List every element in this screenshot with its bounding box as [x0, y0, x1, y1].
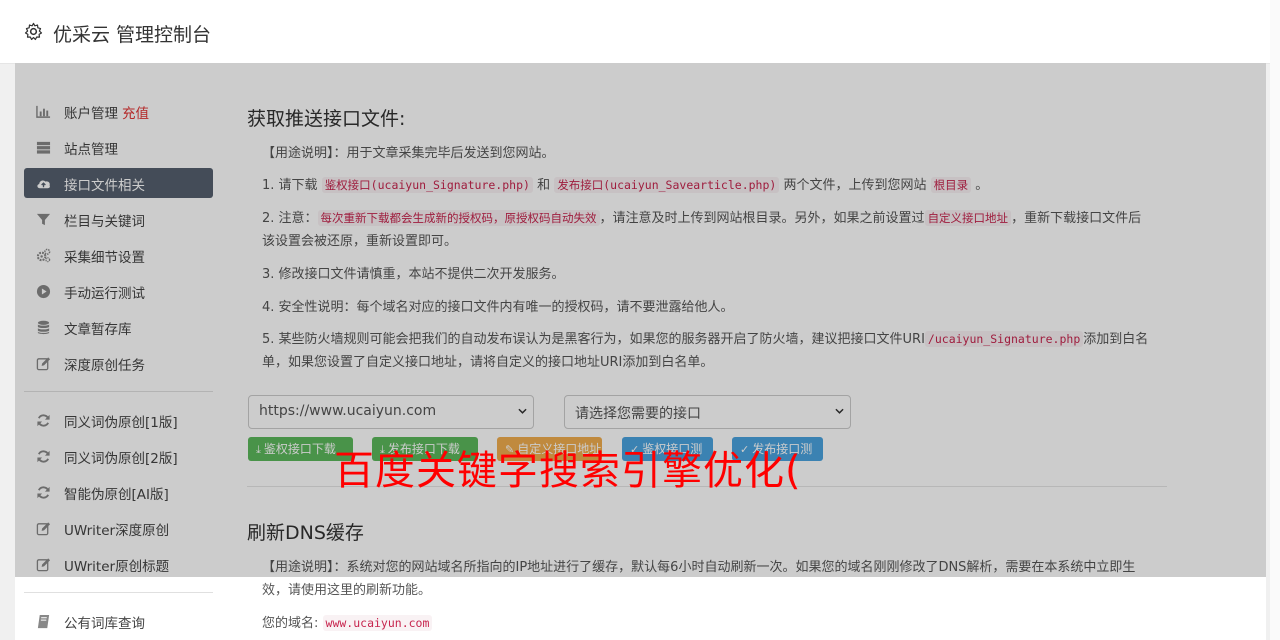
sidebar-item-label: 栏目与关键词 — [64, 214, 145, 230]
push-step-5: 5. 某些防火墙规则可能会把我们的自动发布误认为是黑客行为，如果您的服务器开启了… — [262, 331, 1149, 370]
domain-label: 您的域名: — [262, 616, 319, 631]
sidebar-item-collect-settings[interactable]: 采集细节设置 — [24, 240, 213, 270]
push-step-1: 1. 请下载 鉴权接口(ucaiyun_Signature.php) 和 发布接… — [262, 177, 989, 193]
sidebar-item-label: 站点管理 — [64, 142, 118, 158]
sidebar-item-public-lexicon[interactable]: 公有词库查询 — [24, 606, 213, 636]
push-step-2: 2. 注意： 每次重新下载都会生成新的授权码，原授权码自动失效 ，请注意及时上传到网… — [262, 210, 1142, 249]
edit-icon — [36, 522, 51, 536]
push-usage-text: 【用途说明】：用于文章采集完毕后发送到您网站。 — [262, 146, 555, 161]
filter-icon — [36, 213, 51, 226]
signature-uri-code: /ucaiyun_Signature.php — [924, 331, 1084, 347]
savearticle-file-code: 发布接口(ucaiyun_Savearticle.php) — [554, 177, 780, 193]
refresh-icon — [37, 486, 50, 499]
interface-select[interactable]: 请选择您需要的接口 — [564, 395, 851, 429]
sidebar-item-synonym-v1[interactable]: 同义词伪原创[1版] — [24, 405, 213, 435]
sidebar-item-uwriter-deep[interactable]: UWriter深度原创 — [24, 513, 213, 543]
site-select[interactable]: https://www.ucaiyun.com — [248, 395, 534, 429]
sidebar-item-label: 智能伪原创[AI版] — [64, 487, 169, 503]
section-title-dns: 刷新DNS缓存 — [247, 522, 364, 544]
sidebar-item-interface-files[interactable]: 接口文件相关 — [24, 168, 213, 198]
recharge-link[interactable]: 充值 — [122, 106, 149, 122]
sidebar-item-label: 文章暂存库 — [64, 322, 132, 338]
edit-icon — [36, 357, 51, 371]
edit-icon — [36, 558, 51, 572]
watermark-text: 百度关键字搜索引擎优化( — [334, 448, 802, 494]
sidebar-item-label: 深度原创任务 — [64, 358, 145, 374]
push-step-3: 3. 修改接口文件请慎重，本站不提供二次开发服务。 — [262, 267, 565, 282]
dns-domain-row: 您的域名: www.ucaiyun.com — [262, 612, 1152, 635]
sidebar-item-sites[interactable]: 站点管理 — [24, 132, 213, 162]
sidebar-item-label: 公有词库查询 — [64, 616, 145, 632]
console-title: 优采云 管理控制台 — [53, 24, 212, 46]
content-area: 获取推送接口文件: 【用途说明】：用于文章采集完毕后发送到您网站。 1. 请下载… — [247, 63, 1247, 640]
server-icon — [36, 141, 51, 154]
domain-value: www.ucaiyun.com — [322, 615, 433, 631]
signature-file-code: 鉴权接口(ucaiyun_Signature.php) — [321, 177, 533, 193]
scrollbar[interactable] — [1270, 0, 1280, 640]
refresh-icon — [37, 414, 50, 427]
sidebar-item-label: 同义词伪原创[2版] — [64, 451, 178, 467]
refresh-icon — [37, 450, 50, 463]
sidebar: 账户管理 充值 站点管理 接口文件相关 栏目与关键词 采集细节设置 手动运行测试 … — [15, 63, 229, 640]
site-select-value: https://www.ucaiyun.com — [259, 403, 437, 419]
download-icon: ⤓ — [256, 443, 261, 456]
sidebar-item-label: UWriter深度原创 — [64, 523, 170, 539]
chevron-down-icon — [518, 408, 527, 414]
section-title-push: 获取推送接口文件: — [247, 108, 406, 130]
push-step-4: 4. 安全性说明：每个域名对应的接口文件内有唯一的授权码，请不要泄露给他人。 — [262, 300, 734, 315]
chevron-down-icon — [835, 408, 844, 414]
sidebar-item-manual-run[interactable]: 手动运行测试 — [24, 276, 213, 306]
sidebar-item-label: 手动运行测试 — [64, 286, 145, 302]
main-panel: 账户管理 充值 站点管理 接口文件相关 栏目与关键词 采集细节设置 手动运行测试 … — [15, 63, 1266, 640]
sidebar-divider — [24, 592, 213, 593]
sidebar-item-columns-keywords[interactable]: 栏目与关键词 — [24, 204, 213, 234]
play-circle-icon — [36, 284, 51, 299]
database-icon — [37, 320, 50, 335]
top-header: 优采云 管理控制台 — [0, 0, 1270, 64]
sidebar-item-label: 采集细节设置 — [64, 250, 145, 266]
sidebar-item-article-store[interactable]: 文章暂存库 — [24, 312, 213, 342]
custom-url-code: 自定义接口地址 — [924, 210, 1012, 226]
sidebar-item-label: 同义词伪原创[1版] — [64, 415, 178, 431]
sidebar-item-uwriter-title[interactable]: UWriter原创标题 — [24, 549, 213, 579]
bar-chart-icon — [36, 105, 51, 118]
gear-icon[interactable] — [24, 22, 43, 41]
sidebar-item-label: 接口文件相关 — [64, 178, 145, 194]
cloud-upload-icon — [37, 180, 50, 189]
root-dir-code: 根目录 — [930, 177, 972, 193]
sidebar-item-synonym-v2[interactable]: 同义词伪原创[2版] — [24, 441, 213, 471]
sidebar-item-deep-original[interactable]: 深度原创任务 — [24, 348, 213, 378]
sidebar-item-ai-rewrite[interactable]: 智能伪原创[AI版] — [24, 477, 213, 507]
book-icon — [37, 614, 50, 629]
sidebar-item-label: UWriter原创标题 — [64, 559, 170, 575]
interface-select-value: 请选择您需要的接口 — [575, 406, 701, 422]
auth-warning-code: 每次重新下载都会生成新的授权码，原授权码自动失效 — [317, 210, 600, 226]
sidebar-divider — [24, 391, 213, 392]
sidebar-item-label: 账户管理 — [64, 106, 118, 122]
dns-usage-text: 【用途说明】：系统对您的网站域名所指向的IP地址进行了缓存，默认每6小时自动刷新… — [262, 560, 1136, 598]
cogs-icon — [36, 248, 51, 263]
sidebar-item-account[interactable]: 账户管理 充值 — [24, 96, 213, 126]
